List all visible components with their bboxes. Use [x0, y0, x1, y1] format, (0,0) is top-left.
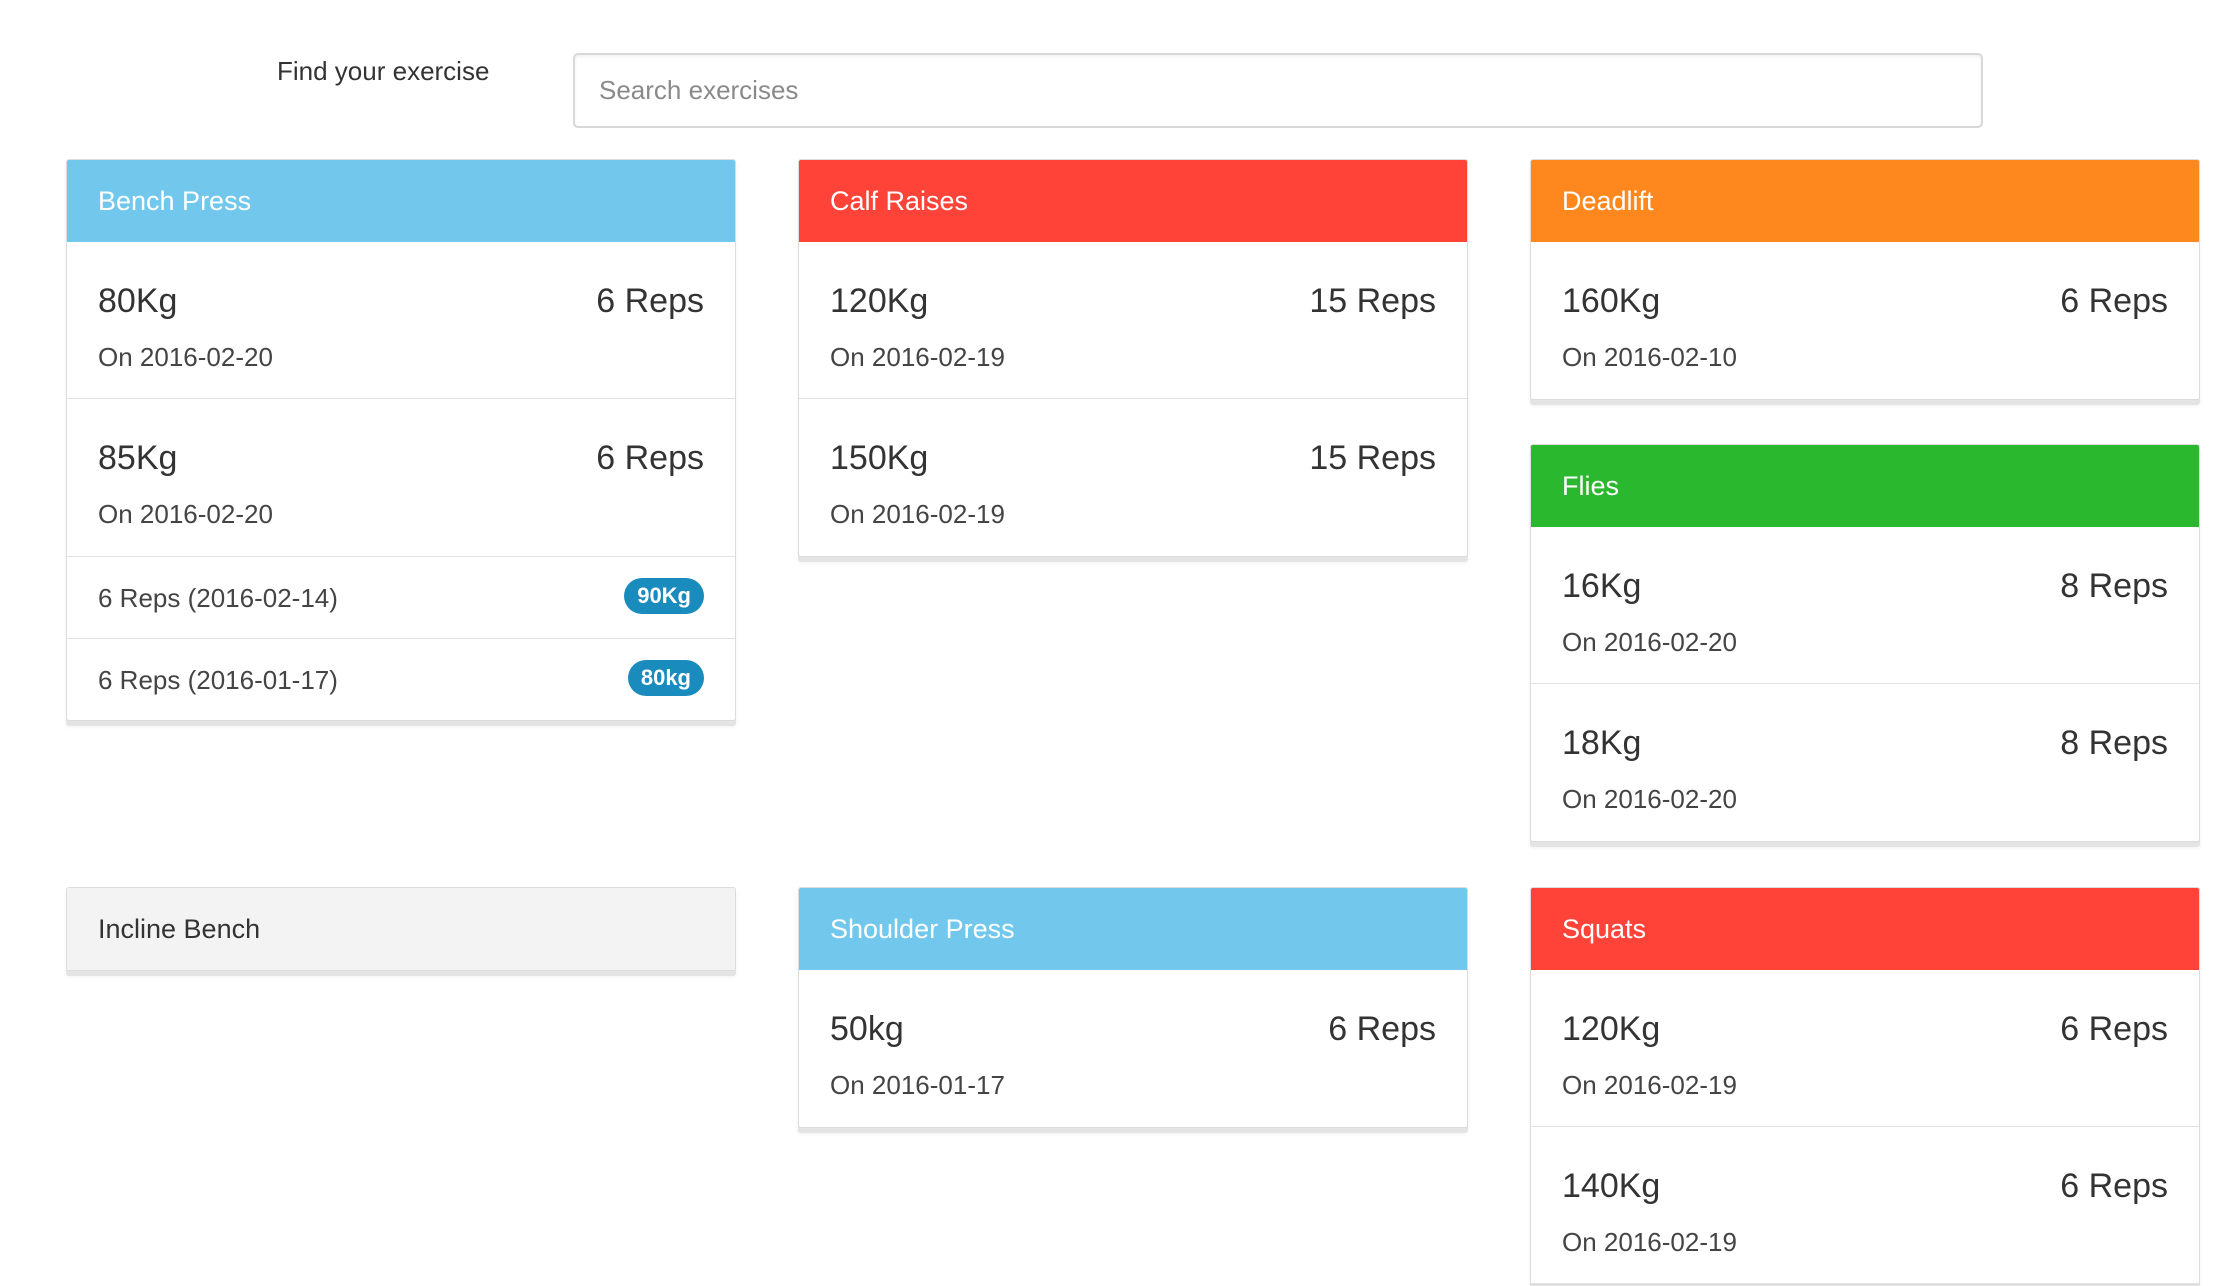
exercise-card-calf-raises: Calf Raises 120Kg 15 Reps On 2016-02-19 … — [798, 159, 1468, 557]
history-text: 6 Reps (2016-01-17) — [98, 665, 338, 695]
exercise-card-incline-bench: Incline Bench — [66, 887, 736, 971]
exercise-card-flies: Flies 16Kg 8 Reps On 2016-02-20 18Kg 8 R… — [1530, 444, 2200, 842]
weight-badge: 90Kg — [624, 578, 704, 614]
entry-date: On 2016-01-17 — [830, 1070, 1005, 1100]
exercise-card-shoulder-press: Shoulder Press 50kg 6 Reps On 2016-01-17 — [798, 887, 1468, 1128]
workout-entry: 120Kg 15 Reps On 2016-02-19 — [799, 242, 1467, 399]
entry-reps: 15 Reps — [1309, 439, 1436, 477]
workout-entry: 50kg 6 Reps On 2016-01-17 — [799, 970, 1467, 1127]
workout-entry: 150Kg 15 Reps On 2016-02-19 — [799, 399, 1467, 556]
entry-weight: 160Kg — [1562, 282, 1661, 320]
workout-entry: 80Kg 6 Reps On 2016-02-20 — [67, 242, 735, 399]
entry-reps: 6 Reps — [1328, 1010, 1436, 1048]
card-header[interactable]: Incline Bench — [67, 888, 735, 970]
entry-reps: 6 Reps — [2060, 1010, 2168, 1048]
exercise-card-bench-press: Bench Press 80Kg 6 Reps On 2016-02-20 85… — [66, 159, 736, 721]
history-row: 6 Reps (2016-02-14) 90Kg — [67, 556, 735, 638]
entry-reps: 6 Reps — [596, 439, 704, 477]
card-header[interactable]: Calf Raises — [799, 160, 1467, 242]
weight-badge: 80kg — [627, 660, 704, 696]
entry-date: On 2016-02-10 — [1562, 342, 1737, 372]
workout-entry: 160Kg 6 Reps On 2016-02-10 — [1531, 242, 2199, 399]
exercise-card-squats: Squats 120Kg 6 Reps On 2016-02-19 140Kg … — [1530, 887, 2200, 1285]
entry-weight: 150Kg — [830, 439, 929, 477]
entry-weight: 50kg — [830, 1010, 904, 1048]
card-header[interactable]: Flies — [1531, 445, 2199, 527]
entry-reps: 6 Reps — [2060, 282, 2168, 320]
entry-date: On 2016-02-20 — [1562, 784, 1737, 814]
card-header[interactable]: Shoulder Press — [799, 888, 1467, 970]
entry-date: On 2016-02-20 — [1562, 627, 1737, 657]
entry-date: On 2016-02-19 — [830, 342, 1005, 372]
entry-weight: 80Kg — [98, 282, 178, 320]
entry-reps: 8 Reps — [2060, 567, 2168, 605]
workout-entry: 140Kg 6 Reps On 2016-02-19 — [1531, 1127, 2199, 1284]
entry-date: On 2016-02-20 — [98, 499, 273, 529]
exercise-card-deadlift: Deadlift 160Kg 6 Reps On 2016-02-10 — [1530, 159, 2200, 400]
entry-reps: 15 Reps — [1309, 282, 1436, 320]
exercise-title: Calf Raises — [830, 186, 969, 216]
entry-weight: 85Kg — [98, 439, 178, 477]
entry-date: On 2016-02-19 — [830, 499, 1005, 529]
entry-date: On 2016-02-19 — [1562, 1070, 1737, 1100]
workout-entry: 18Kg 8 Reps On 2016-02-20 — [1531, 684, 2199, 841]
search-input[interactable] — [573, 53, 1983, 128]
exercise-title: Flies — [1562, 471, 1620, 501]
entry-reps: 6 Reps — [596, 282, 704, 320]
exercise-title: Bench Press — [98, 186, 252, 216]
exercise-title: Shoulder Press — [830, 914, 1015, 944]
entry-weight: 140Kg — [1562, 1167, 1661, 1205]
search-label: Find your exercise — [277, 56, 490, 86]
entry-weight: 16Kg — [1562, 567, 1642, 605]
entry-reps: 6 Reps — [2060, 1167, 2168, 1205]
entry-weight: 120Kg — [1562, 1010, 1661, 1048]
card-header[interactable]: Deadlift — [1531, 160, 2199, 242]
exercise-title: Squats — [1562, 914, 1647, 944]
card-header[interactable]: Bench Press — [67, 160, 735, 242]
entry-weight: 18Kg — [1562, 724, 1642, 762]
history-row: 6 Reps (2016-01-17) 80kg — [67, 638, 735, 720]
entry-reps: 8 Reps — [2060, 724, 2168, 762]
workout-entry: 85Kg 6 Reps On 2016-02-20 — [67, 399, 735, 556]
workout-entry: 16Kg 8 Reps On 2016-02-20 — [1531, 527, 2199, 684]
history-text: 6 Reps (2016-02-14) — [98, 583, 338, 613]
card-header[interactable]: Squats — [1531, 888, 2199, 970]
exercise-title: Incline Bench — [98, 914, 261, 944]
entry-weight: 120Kg — [830, 282, 929, 320]
workout-entry: 120Kg 6 Reps On 2016-02-19 — [1531, 970, 2199, 1127]
exercise-title: Deadlift — [1562, 186, 1654, 216]
entry-date: On 2016-02-19 — [1562, 1227, 1737, 1257]
entry-date: On 2016-02-20 — [98, 342, 273, 372]
